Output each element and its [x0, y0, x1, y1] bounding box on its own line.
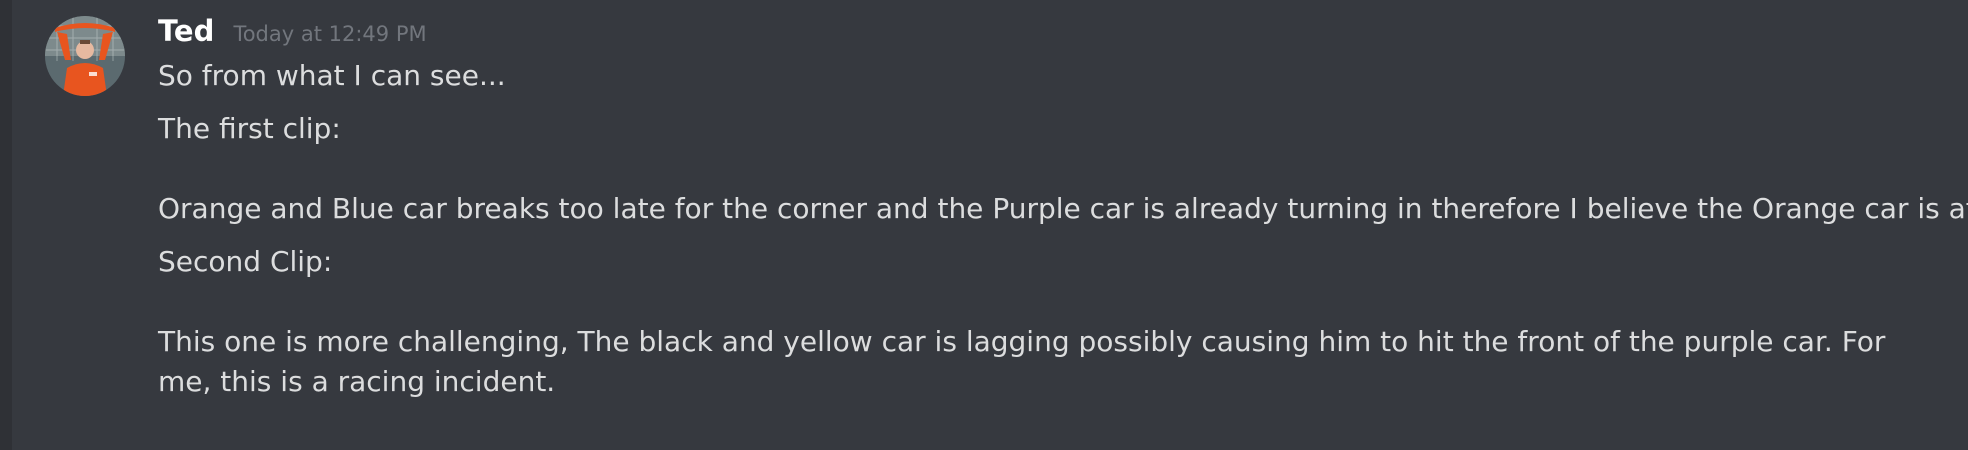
message-header: Ted Today at 12:49 PM	[158, 14, 427, 54]
avatar[interactable]	[45, 16, 125, 96]
message-line: The first clip:	[158, 112, 341, 145]
chat-message: Ted Today at 12:49 PM So from what I can…	[0, 0, 1968, 450]
user-avatar-icon	[45, 16, 125, 96]
message-line: Orange and Blue car breaks too late for …	[158, 192, 1968, 225]
message-line: This one is more challenging, The black …	[158, 325, 1886, 398]
message-timestamp: Today at 12:49 PM	[233, 22, 427, 46]
username[interactable]: Ted	[158, 14, 214, 48]
message-content: So from what I can see... The first clip…	[158, 56, 1968, 402]
message-line: So from what I can see...	[158, 59, 506, 92]
message-line: Second Clip:	[158, 245, 333, 278]
